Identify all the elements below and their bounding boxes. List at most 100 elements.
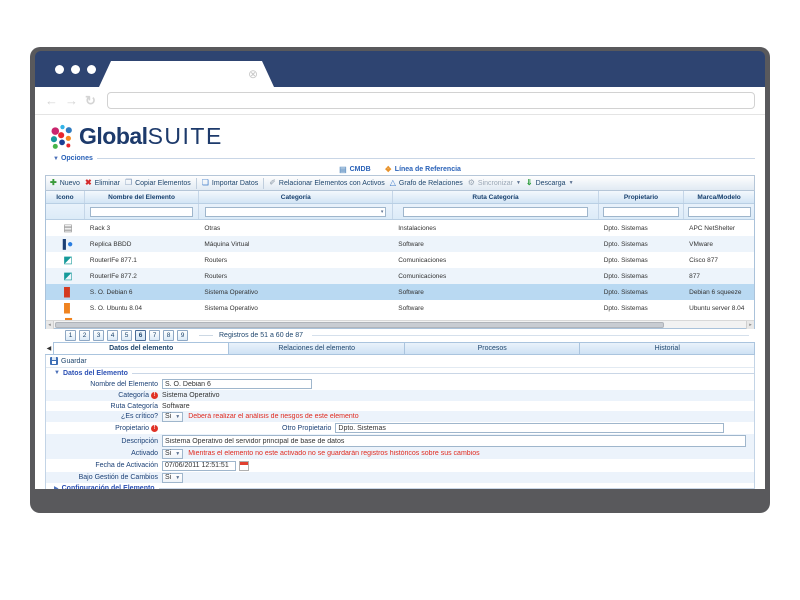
new-button[interactable]: ✚ Nuevo — [50, 179, 80, 187]
page-button[interactable]: 3 — [93, 330, 104, 341]
descripcion-input[interactable] — [162, 435, 746, 447]
divider — [159, 488, 754, 489]
section-datos-elemento[interactable]: ▼ Datos del Elemento — [46, 368, 754, 378]
scrollbar-thumb[interactable] — [55, 322, 664, 328]
otro-propietario-input[interactable] — [335, 423, 724, 433]
column-header-icono[interactable]: Icono — [46, 191, 85, 203]
column-header-nombre[interactable]: Nombre del Elemento — [85, 191, 199, 203]
cmdb-link[interactable]: ▤ CMDB — [339, 166, 371, 174]
reload-icon[interactable]: ↻ — [85, 94, 96, 107]
cell-name: Replica BBDD — [85, 241, 199, 248]
save-label: Guardar — [61, 358, 87, 365]
browser-tab[interactable]: ⊗ — [99, 61, 274, 87]
toolbar-separator — [196, 178, 197, 189]
options-section-header[interactable]: ▼ Opciones — [53, 153, 755, 164]
column-header-propietario[interactable]: Propietario — [599, 191, 684, 203]
ruta-value: Software — [162, 403, 190, 410]
calendar-icon[interactable] — [239, 461, 249, 471]
filter-nombre-input[interactable] — [90, 207, 192, 217]
filter-categoria-select[interactable]: ▾ — [205, 207, 386, 217]
cell-owner: Dpto. Sistemas — [599, 241, 684, 248]
import-data-button[interactable]: ❏ Importar Datos — [202, 179, 258, 187]
browser-navbar: ← → ↻ — [35, 87, 765, 115]
copy-elements-button[interactable]: ❐ Copiar Elementos — [125, 179, 191, 187]
synchronize-button[interactable]: ⚙ Sincronizar ▼ — [468, 179, 521, 187]
elements-table: Icono Nombre del Elemento Categoría Ruta… — [45, 191, 755, 329]
table-row[interactable]: ▌● Replica BBDD Máquina Virtual Software… — [46, 236, 754, 252]
forward-icon[interactable]: → — [65, 94, 78, 107]
cell-category: Sistema Operativo — [199, 289, 393, 296]
filter-marca-input[interactable] — [688, 207, 751, 217]
tab-relaciones-elemento[interactable]: Relaciones del elemento — [228, 342, 404, 354]
tab-procesos[interactable]: Procesos — [404, 342, 580, 354]
download-button[interactable]: ⇓ Descarga ▼ — [526, 179, 574, 187]
page-button-active[interactable]: 6 — [135, 330, 146, 341]
field-label: Fecha de Activación — [54, 462, 162, 469]
records-info: Registros de 51 a 60 de 87 — [219, 332, 303, 339]
gestion-select[interactable]: Si▼ — [162, 473, 183, 483]
horizontal-scrollbar[interactable]: ◂ ▸ — [46, 320, 754, 328]
cell-brand: 877 — [684, 273, 754, 280]
gear-icon: ⚙ — [468, 179, 475, 187]
tab-historial[interactable]: Historial — [579, 342, 755, 354]
graph-icon: △ — [390, 179, 396, 187]
table-row-selected[interactable]: ▊ S. O. Debian 6 Sistema Operativo Softw… — [46, 284, 754, 300]
page-button[interactable]: 4 — [107, 330, 118, 341]
download-label: Descarga — [536, 180, 566, 187]
column-header-ruta[interactable]: Ruta Categoría — [393, 191, 599, 203]
fecha-activacion-input[interactable] — [162, 461, 236, 471]
cell-name: S. O. Ubuntu 8.04 — [85, 305, 199, 312]
page-button[interactable]: 8 — [163, 330, 174, 341]
column-header-categoria[interactable]: Categoría — [199, 191, 393, 203]
cell-brand: Ubuntu server 8.04 — [684, 305, 754, 312]
save-button[interactable]: Guardar — [50, 357, 87, 365]
relate-elements-button[interactable]: ✐ Relacionar Elementos con Activos — [269, 179, 385, 187]
options-label: Opciones — [61, 155, 93, 162]
cell-category: Routers — [199, 273, 393, 280]
tab-datos-elemento[interactable]: Datos del elemento — [53, 342, 229, 354]
filter-propietario-input[interactable] — [603, 207, 679, 217]
critico-select[interactable]: Si▼ — [162, 412, 183, 422]
linea-referencia-link[interactable]: ❖ Línea de Referencia — [385, 166, 461, 174]
scroll-right-icon[interactable]: ▸ — [746, 321, 754, 329]
table-row[interactable]: ▤ Rack 3 Otras Instalaciones Dpto. Siste… — [46, 220, 754, 236]
page-button[interactable]: 2 — [79, 330, 90, 341]
nombre-input[interactable] — [162, 379, 312, 389]
page-button[interactable]: 7 — [149, 330, 160, 341]
divider — [132, 373, 754, 374]
activado-select[interactable]: Si▼ — [162, 449, 183, 459]
table-row[interactable]: ◩ RouterIFe 877.2 Routers Comunicaciones… — [46, 268, 754, 284]
column-header-marca[interactable]: Marca/Modelo — [684, 191, 754, 203]
page-button[interactable]: 9 — [177, 330, 188, 341]
section-configuracion[interactable]: ▶ Configuración del Elemento — [46, 483, 754, 489]
filter-ruta-input[interactable] — [403, 207, 587, 217]
window-dot[interactable] — [55, 65, 64, 74]
delete-button[interactable]: ✖ Eliminar — [85, 179, 120, 187]
window-dot[interactable] — [71, 65, 80, 74]
browser-window: ⊗ ← → ↻ Globa — [30, 47, 770, 513]
cell-name: S. O. Debian 6 — [85, 289, 199, 296]
cmdb-label: CMDB — [350, 166, 371, 173]
cell-brand: APC NetShelter — [684, 225, 754, 232]
page-button[interactable]: 5 — [121, 330, 132, 341]
collapse-arrow-icon: ▼ — [54, 370, 60, 376]
chevron-down-icon: ▼ — [175, 475, 180, 481]
section-label: Configuración del Elemento — [62, 485, 155, 490]
relations-graph-button[interactable]: △ Grafo de Relaciones — [390, 179, 463, 187]
back-icon[interactable]: ← — [45, 94, 58, 107]
linea-referencia-label: Línea de Referencia — [395, 166, 461, 173]
url-bar[interactable] — [107, 92, 755, 109]
page-button[interactable]: 1 — [65, 330, 76, 341]
quick-links: ▤ CMDB ❖ Línea de Referencia — [45, 164, 755, 175]
table-filter-row: ▾ — [46, 204, 754, 220]
critico-warning: Deberá realizar el análisis de riesgos d… — [188, 413, 358, 420]
tab-scroll-left-icon[interactable]: ◀ — [45, 342, 53, 354]
table-row[interactable]: ▊ S. O. Ubuntu 8.04 Sistema Operativo So… — [46, 300, 754, 316]
cell-path: Comunicaciones — [393, 257, 599, 264]
scroll-left-icon[interactable]: ◂ — [46, 321, 54, 329]
window-dot[interactable] — [87, 65, 96, 74]
tab-close-icon[interactable]: ⊗ — [248, 68, 258, 80]
table-row[interactable]: ◩ RouterIFe 877.1 Routers Comunicaciones… — [46, 252, 754, 268]
browser-titlebar: ⊗ — [35, 51, 765, 87]
cell-path: Software — [393, 305, 599, 312]
